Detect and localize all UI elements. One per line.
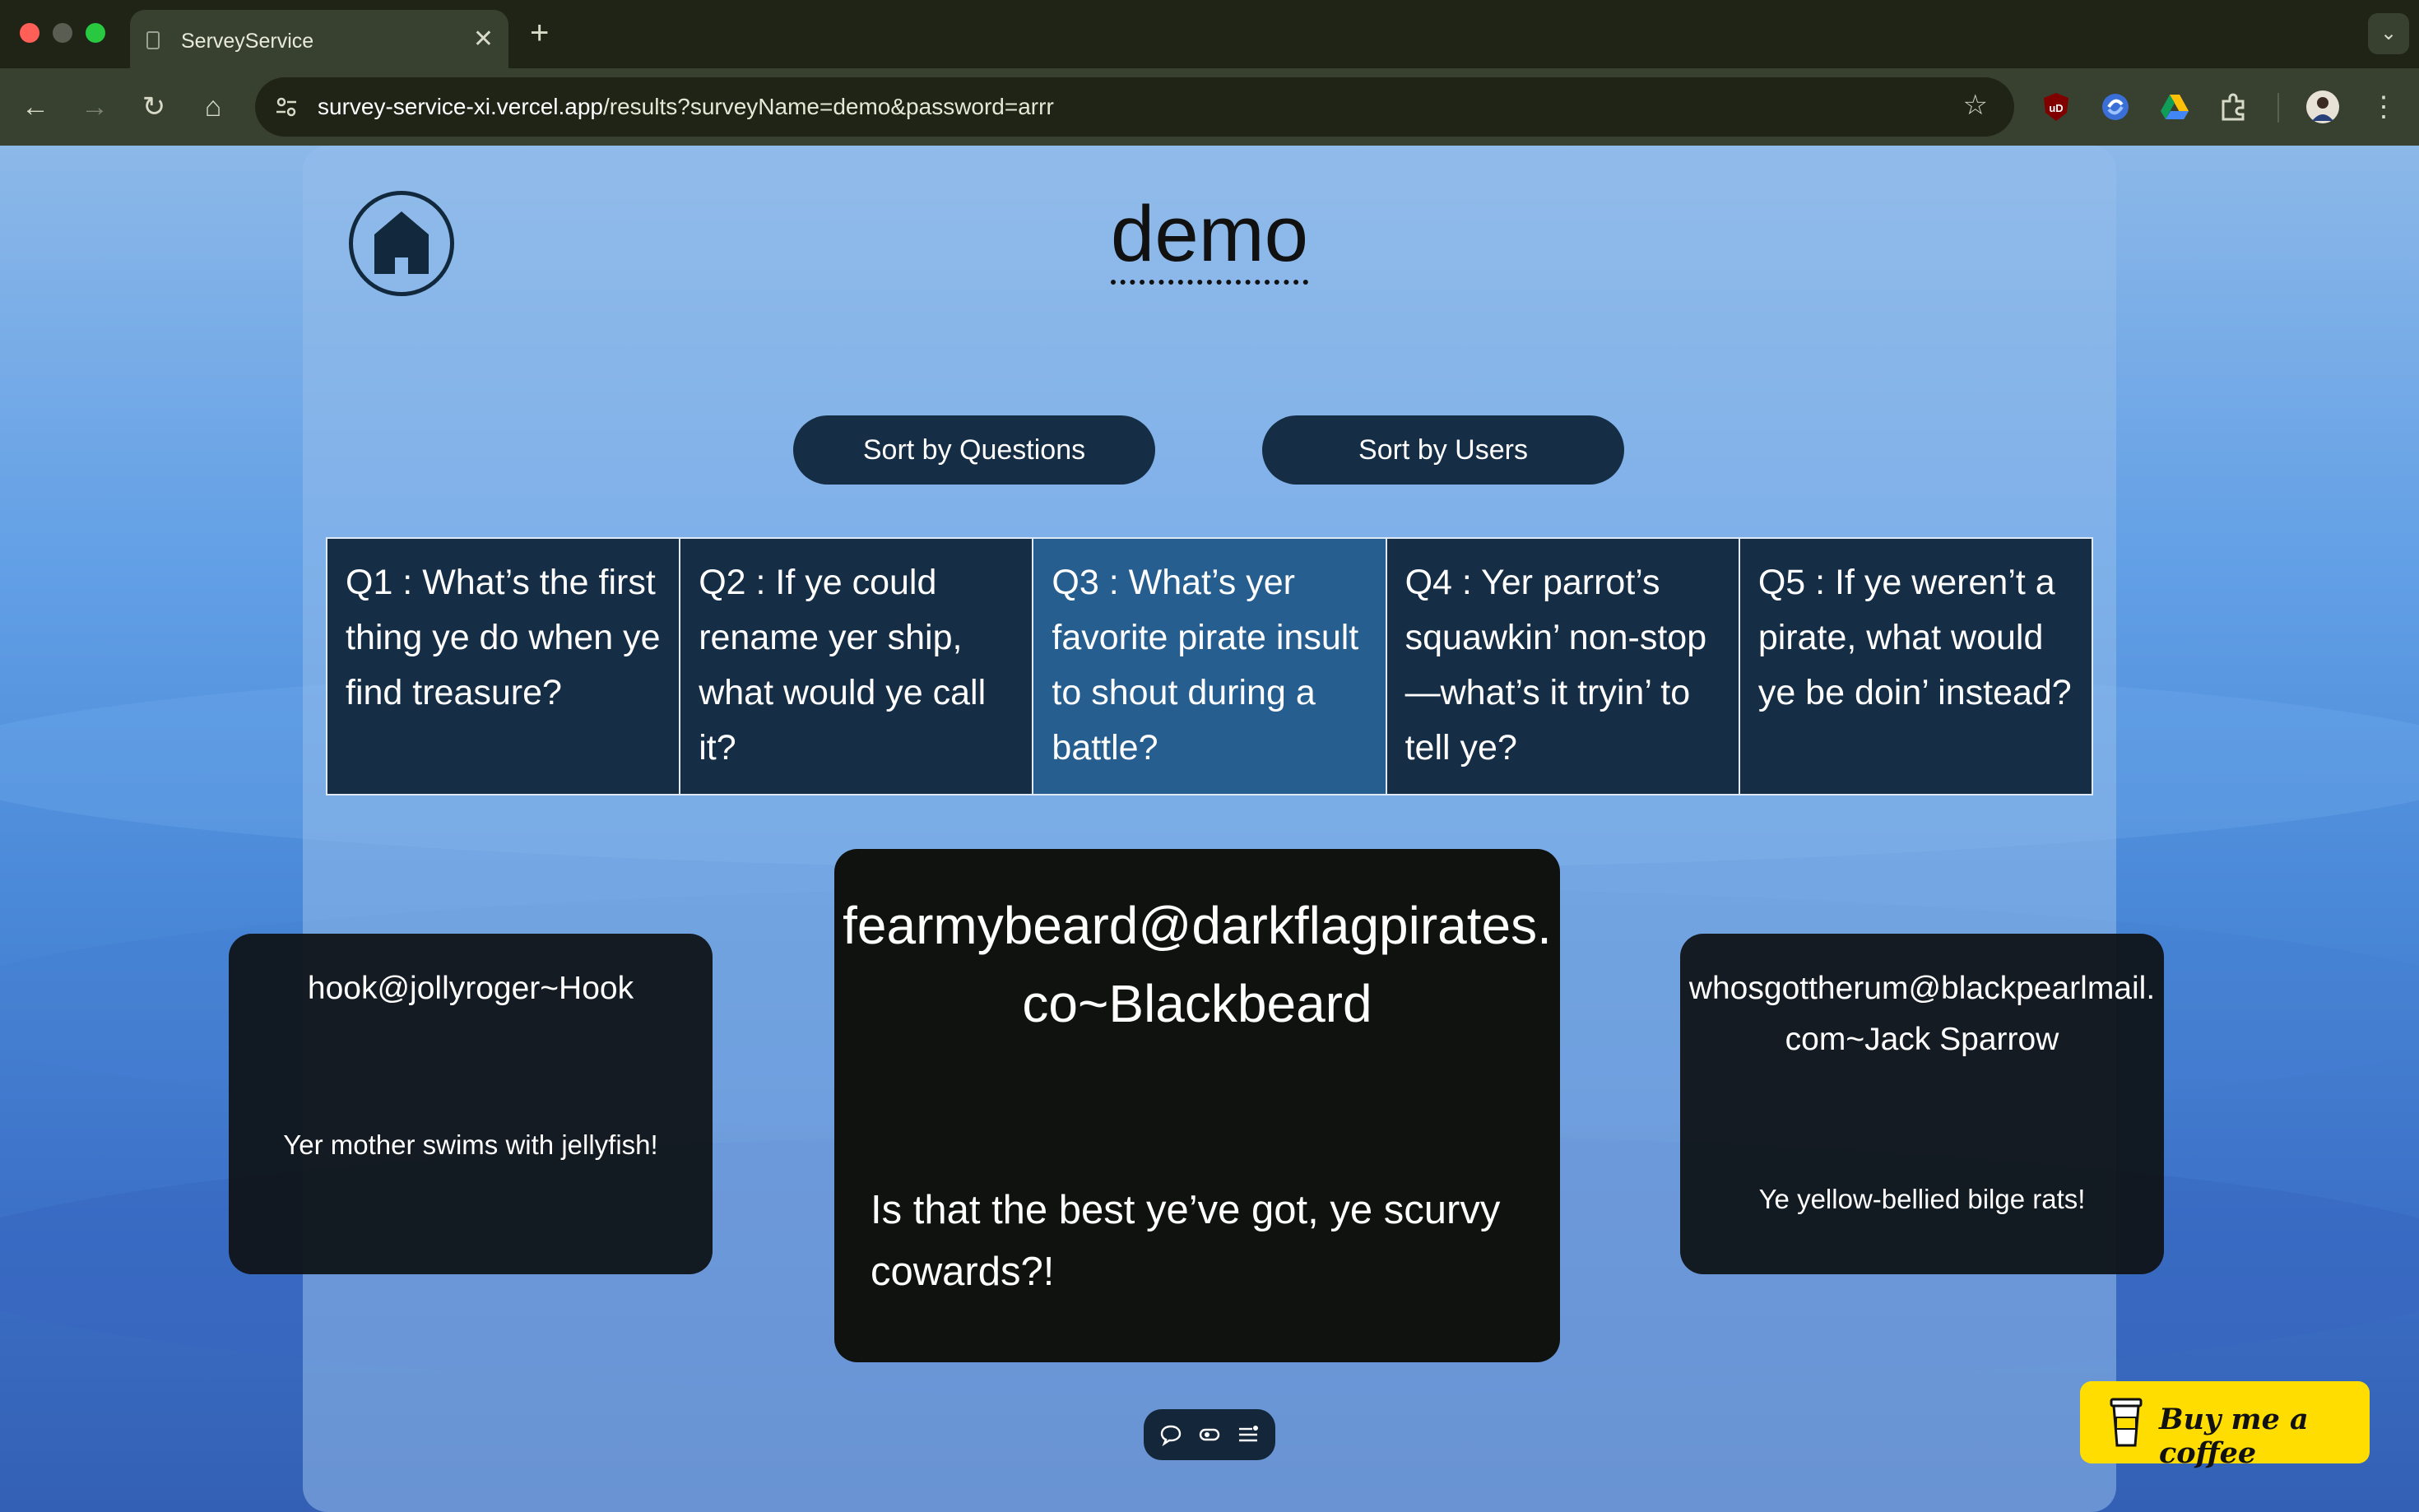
browser-tab-bar: ServeyService ✕ + ⌄ xyxy=(0,0,2419,68)
questions-grid: Q1 : What’s the first thing ye do when y… xyxy=(326,537,2093,795)
survey-name: demo xyxy=(1110,190,1309,285)
browser-menu-button[interactable]: ⋮ xyxy=(2363,86,2404,128)
question-tab-q5[interactable]: Q5 : If ye weren’t a pirate, what would … xyxy=(1739,539,2092,794)
sync-extension-icon[interactable] xyxy=(2098,90,2133,124)
back-button[interactable]: ← xyxy=(15,86,56,128)
page-viewport: demo Sort by Questions Sort by Users Q1 … xyxy=(0,146,2419,1512)
bookmark-star-icon[interactable]: ☆ xyxy=(1963,89,1988,122)
forward-button[interactable]: → xyxy=(74,86,115,128)
answer-card-center[interactable]: fearmybeard@darkflagpirates.co~Blackbear… xyxy=(834,849,1560,1362)
minimize-window-button[interactable] xyxy=(53,23,72,43)
sort-by-users-button[interactable]: Sort by Users xyxy=(1262,415,1624,485)
comment-icon[interactable] xyxy=(1158,1422,1183,1447)
url-host: survey-service-xi.vercel.app xyxy=(318,94,603,119)
card-answer: Is that the best ye’ve got, ye scurvy co… xyxy=(871,1188,1501,1294)
profile-avatar[interactable] xyxy=(2305,90,2340,124)
menu-lines-icon[interactable] xyxy=(1236,1422,1261,1447)
google-drive-icon[interactable] xyxy=(2157,90,2192,124)
question-tab-q3[interactable]: Q3 : What’s yer favorite pirate insult t… xyxy=(1033,539,1387,794)
home-button[interactable]: ⌂ xyxy=(193,86,234,128)
ublock-extension-icon[interactable]: uD xyxy=(2039,90,2073,124)
sort-by-questions-button[interactable]: Sort by Questions xyxy=(793,415,1155,485)
url-path: /results?surveyName=demo&password=arrr xyxy=(603,94,1054,119)
svg-text:uD: uD xyxy=(2049,102,2063,114)
house-icon xyxy=(374,211,429,274)
document-icon xyxy=(146,31,160,49)
card-username: hook@jollyroger~Hook xyxy=(307,971,634,1006)
question-tab-q1[interactable]: Q1 : What’s the first thing ye do when y… xyxy=(327,539,681,794)
tab-title: ServeyService xyxy=(181,30,314,53)
toolbar-divider xyxy=(2277,93,2279,123)
home-button-page[interactable] xyxy=(349,191,454,296)
close-window-button[interactable] xyxy=(20,23,39,43)
address-bar[interactable]: survey-service-xi.vercel.app/results?sur… xyxy=(255,77,2014,137)
site-settings-icon[interactable] xyxy=(275,95,298,118)
url-text: survey-service-xi.vercel.app/results?sur… xyxy=(318,94,1054,120)
coffee-label: Buy me a coffee xyxy=(2159,1403,2309,1470)
question-tab-q2[interactable]: Q2 : If ye could rename yer ship, what w… xyxy=(680,539,1034,794)
browser-tab[interactable]: ServeyService ✕ xyxy=(130,10,508,68)
answer-card-left[interactable]: hook@jollyroger~Hook Yer mother swims wi… xyxy=(229,934,713,1274)
browser-toolbar: ← → ↻ ⌂ survey-service-xi.vercel.app/res… xyxy=(0,68,2419,146)
tab-search-button[interactable]: ⌄ xyxy=(2368,13,2409,54)
card-answer: Ye yellow-bellied bilge rats! xyxy=(1758,1184,2086,1214)
extensions-puzzle-icon[interactable] xyxy=(2217,90,2251,124)
card-username: whosgottherum@blackpearlmail.com~Jack Sp… xyxy=(1688,971,2156,1057)
tab-close-icon[interactable]: ✕ xyxy=(473,25,494,53)
buy-me-a-coffee-button[interactable]: Buy me a coffee xyxy=(2080,1381,2370,1470)
question-tab-q4[interactable]: Q4 : Yer parrot’s squawkin’ non-stop—wha… xyxy=(1386,539,1740,794)
eye-toggle-icon[interactable] xyxy=(1197,1422,1222,1447)
new-tab-button[interactable]: + xyxy=(530,13,549,53)
coffee-cup-icon xyxy=(2110,1398,2143,1447)
feedback-toolbar xyxy=(1144,1409,1275,1460)
card-username: fearmybeard@darkflagpirates.co~Blackbear… xyxy=(843,896,1552,1033)
page-title: demo xyxy=(987,189,1432,285)
reload-button[interactable]: ↻ xyxy=(133,86,174,128)
card-answer: Yer mother swims with jellyfish! xyxy=(283,1129,658,1160)
maximize-window-button[interactable] xyxy=(86,23,105,43)
answer-card-right[interactable]: whosgottherum@blackpearlmail.com~Jack Sp… xyxy=(1680,934,2164,1274)
